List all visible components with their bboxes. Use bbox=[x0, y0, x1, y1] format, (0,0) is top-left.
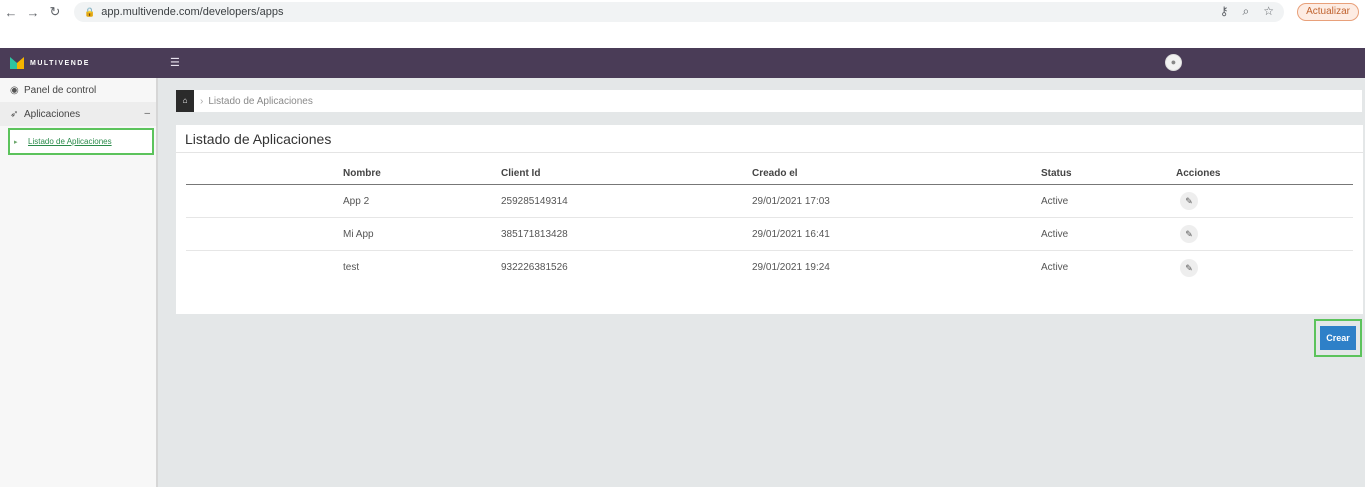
reload-icon[interactable]: ↻ bbox=[44, 4, 66, 20]
browser-toolbar: ← → ↻ 🔒 app.multivende.com/developers/ap… bbox=[0, 0, 1365, 24]
breadcrumb-separator: › bbox=[200, 95, 204, 107]
column-header-status: Status bbox=[1041, 168, 1072, 179]
dashboard-icon: ◉ bbox=[10, 84, 19, 96]
column-header-client-id: Client Id bbox=[501, 168, 541, 179]
update-browser-button[interactable]: Actualizar bbox=[1297, 3, 1359, 21]
collapse-icon[interactable]: – bbox=[144, 108, 150, 119]
edit-pencil-icon[interactable]: ✎ bbox=[1180, 258, 1198, 277]
status-text: Active bbox=[1041, 262, 1069, 273]
column-header-creado-el: Creado el bbox=[752, 168, 798, 179]
page-title: Listado de Aplicaciones bbox=[176, 125, 1363, 153]
sidebar-subitem-listado-de-aplicaciones[interactable]: ▸ Listado de Aplicaciones bbox=[8, 128, 154, 155]
sidebar-item-panel-de-control[interactable]: ◉ Panel de control bbox=[0, 78, 156, 102]
create-button[interactable]: Crear bbox=[1320, 326, 1356, 350]
table-row: App 2 259285149314 29/01/2021 17:03 Acti… bbox=[186, 185, 1353, 218]
client-id: 932226381526 bbox=[501, 262, 568, 273]
page-top-spacer bbox=[0, 24, 1365, 48]
created-date: 29/01/2021 17:03 bbox=[752, 195, 830, 207]
column-header-acciones: Acciones bbox=[1176, 168, 1221, 179]
app-name: Mi App bbox=[343, 228, 374, 240]
sidebar-item-label: Panel de control bbox=[24, 84, 97, 96]
url-text: app.multivende.com/developers/apps bbox=[101, 6, 284, 18]
column-header-nombre: Nombre bbox=[343, 168, 381, 179]
lock-icon: 🔒 bbox=[84, 6, 96, 17]
sidebar-subitem-link[interactable]: Listado de Aplicaciones bbox=[28, 137, 112, 146]
home-icon[interactable]: ⌂ bbox=[176, 90, 194, 112]
table-row: test 932226381526 29/01/2021 19:24 Activ… bbox=[186, 251, 1353, 284]
caret-right-icon: ▸ bbox=[14, 138, 18, 146]
multivende-logo-icon bbox=[10, 57, 24, 69]
app-name: App 2 bbox=[343, 195, 370, 207]
edit-pencil-icon[interactable]: ✎ bbox=[1180, 225, 1198, 243]
key-icon[interactable]: ⚷ bbox=[1220, 4, 1229, 19]
created-date: 29/01/2021 19:24 bbox=[752, 262, 830, 273]
client-id: 259285149314 bbox=[501, 195, 568, 207]
logo-text: MULTIVENDE bbox=[30, 59, 90, 67]
edit-pencil-icon[interactable]: ✎ bbox=[1180, 192, 1198, 210]
breadcrumb-current: Listado de Aplicaciones bbox=[208, 95, 313, 107]
hamburger-menu-icon[interactable]: ☰ bbox=[170, 56, 180, 69]
create-button-highlight: Crear bbox=[1314, 319, 1362, 357]
breadcrumb: ⌂ › Listado de Aplicaciones bbox=[176, 90, 1362, 112]
applications-panel: Listado de Aplicaciones Nombre Client Id… bbox=[176, 125, 1363, 314]
forward-arrow-icon[interactable]: → bbox=[22, 5, 44, 20]
address-bar[interactable]: 🔒 app.multivende.com/developers/apps ⚷ ⌕… bbox=[74, 2, 1284, 22]
status-text: Active bbox=[1041, 195, 1069, 207]
back-arrow-icon[interactable]: ← bbox=[0, 5, 22, 20]
app-name: test bbox=[343, 262, 360, 273]
table-header: Nombre Client Id Creado el Status Accion… bbox=[186, 163, 1353, 185]
client-id: 385171813428 bbox=[501, 228, 568, 240]
logo[interactable]: MULTIVENDE bbox=[0, 48, 160, 78]
applications-table: Nombre Client Id Creado el Status Accion… bbox=[186, 163, 1353, 284]
created-date: 29/01/2021 16:41 bbox=[752, 228, 830, 240]
sidebar: ◉ Panel de control ➶ Aplicaciones – ▸ Li… bbox=[0, 78, 158, 487]
rocket-icon: ➶ bbox=[10, 108, 19, 120]
sidebar-item-aplicaciones[interactable]: ➶ Aplicaciones – bbox=[0, 102, 156, 126]
star-icon[interactable]: ☆ bbox=[1263, 4, 1274, 19]
sidebar-item-label: Aplicaciones bbox=[24, 108, 81, 120]
status-text: Active bbox=[1041, 228, 1069, 240]
table-row: Mi App 385171813428 29/01/2021 16:41 Act… bbox=[186, 218, 1353, 251]
zoom-icon[interactable]: ⌕ bbox=[1243, 4, 1250, 19]
app-header: MULTIVENDE ☰ ● bbox=[0, 48, 1365, 78]
user-avatar-icon[interactable]: ● bbox=[1165, 54, 1182, 71]
